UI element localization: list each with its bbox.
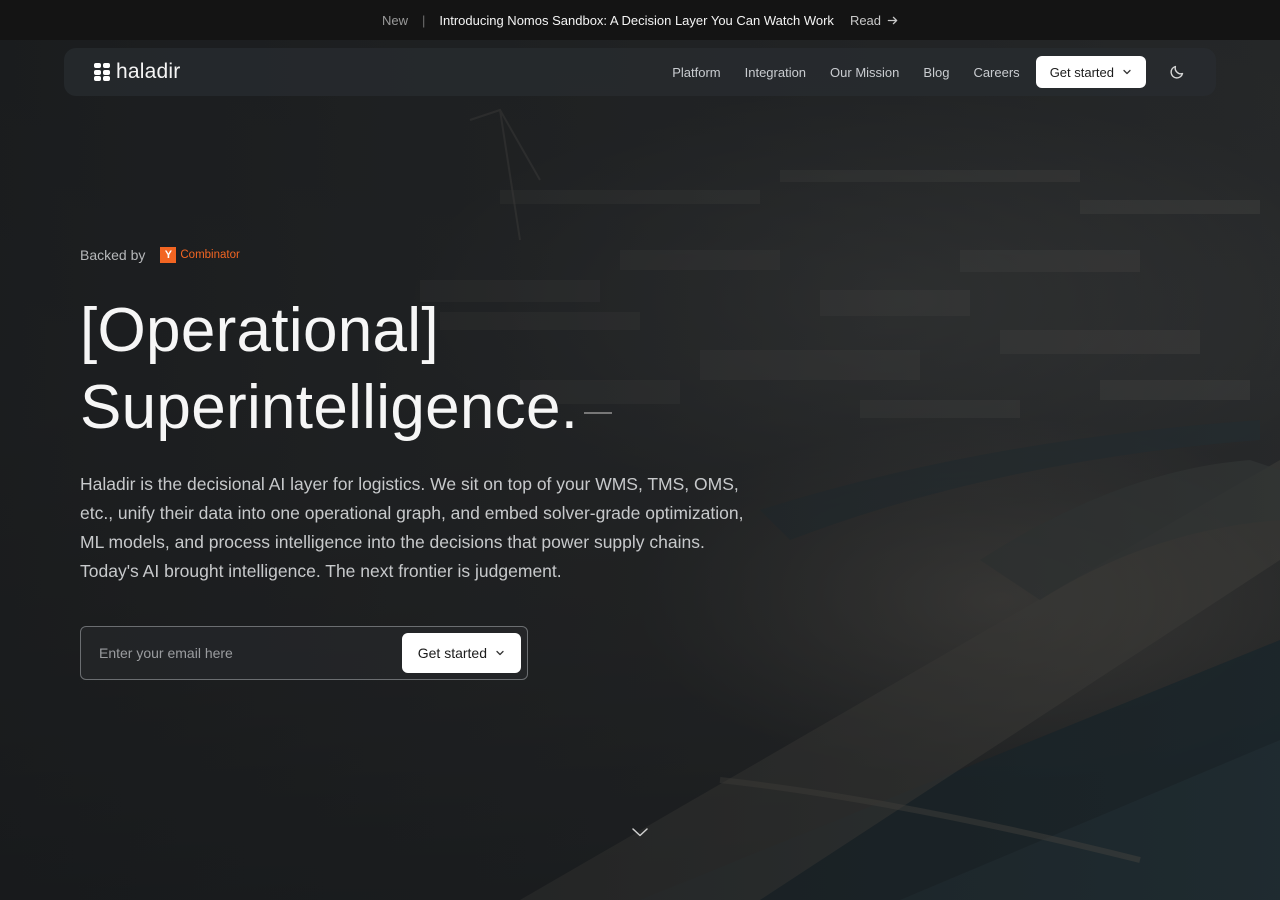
email-input[interactable] [99,645,402,661]
nav-get-started-label: Get started [1049,64,1114,80]
announcement-read-link[interactable]: Read [850,13,898,28]
hero-description: Haladir is the decisional AI layer for l… [80,474,744,581]
nav-link-integration[interactable]: Integration [745,65,806,80]
y-combinator-logo: Y Combinator [160,247,240,263]
chevron-down-icon [1123,69,1131,75]
announcement-separator: | [421,12,426,28]
hero-headline-line1: [Operational] [80,296,439,365]
nav-link-our-mission[interactable]: Our Mission [830,65,899,80]
announcement-headline[interactable]: Introducing Nomos Sandbox: A Decision La… [439,13,834,28]
hero-content: Backed by Y Combinator [Operational] Sup… [80,240,750,680]
scroll-down-button[interactable] [630,822,650,842]
logo[interactable]: haladir [94,60,180,84]
yc-badge: Y [160,247,177,263]
hero-get-started-button[interactable]: Get started [401,633,521,673]
announcement-tag: New [381,12,408,28]
logo-text: haladir [116,60,181,83]
main-navbar: haladir Platform Integration Our Mission… [64,48,1216,96]
logo-mark-icon [94,63,110,81]
nav-link-careers[interactable]: Careers [973,65,1019,80]
chevron-down-icon [496,650,504,656]
email-signup-form: Get started [80,626,528,680]
yc-name: Combinator [180,249,240,261]
arrow-right-icon [887,16,898,24]
typing-cursor [584,412,613,414]
moon-icon [1170,65,1184,79]
hero-get-started-label: Get started [417,645,487,661]
nav-link-platform[interactable]: Platform [672,65,720,80]
hero-headline-line2: Superintelligence. [80,373,579,442]
hero-headline: [Operational] Superintelligence. [80,292,750,446]
nav-links: Platform Integration Our Mission Blog Ca… [672,65,1019,80]
nav-link-blog[interactable]: Blog [923,65,949,80]
backed-by-row: Backed by Y Combinator [80,240,750,270]
announcement-bar: New | Introducing Nomos Sandbox: A Decis… [0,0,1280,40]
nav-get-started-button[interactable]: Get started [1035,56,1146,88]
chevron-down-icon [632,828,648,837]
backed-by-label: Backed by [80,247,146,263]
theme-toggle-button[interactable] [1168,63,1186,81]
read-link-label: Read [849,12,882,28]
